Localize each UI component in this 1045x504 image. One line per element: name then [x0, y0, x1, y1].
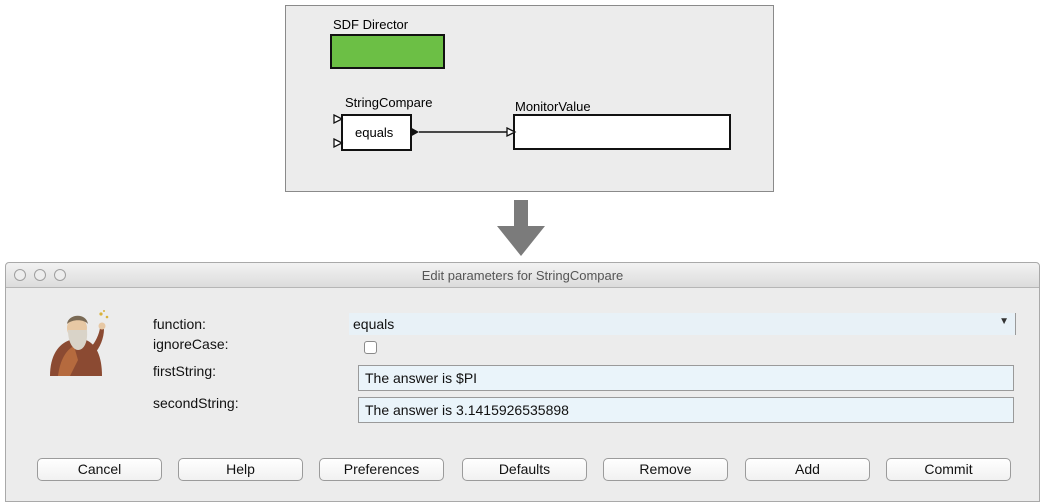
function-select-value: equals: [353, 316, 395, 332]
firststring-field[interactable]: The answer is $PI: [358, 365, 1014, 391]
dialog-titlebar[interactable]: Edit parameters for StringCompare: [6, 263, 1039, 288]
chevron-down-icon[interactable]: ▼: [999, 316, 1009, 327]
input-port-icon[interactable]: [506, 126, 517, 138]
cancel-button[interactable]: Cancel: [37, 458, 162, 481]
down-arrow-icon: [497, 200, 545, 256]
remove-button[interactable]: Remove: [603, 458, 728, 481]
firststring-label: firstString:: [153, 363, 217, 379]
input-port-icon[interactable]: [333, 113, 344, 125]
preferences-button[interactable]: Preferences: [319, 458, 444, 481]
dialog-title: Edit parameters for StringCompare: [421, 268, 624, 283]
function-label: function:: [153, 316, 206, 332]
help-button[interactable]: Help: [178, 458, 303, 481]
defaults-button[interactable]: Defaults: [462, 458, 587, 481]
ignorecase-label: ignoreCase:: [153, 336, 229, 352]
input-port-icon[interactable]: [333, 137, 344, 149]
ignorecase-checkbox[interactable]: [364, 341, 377, 354]
output-port-icon[interactable]: [410, 127, 419, 137]
diagram-wires: [333, 113, 517, 149]
add-button[interactable]: Add: [745, 458, 870, 481]
secondstring-field[interactable]: The answer is 3.1415926535898: [358, 397, 1014, 423]
diagram-canvas[interactable]: SDF Director StringCompare equals Monito…: [285, 5, 774, 192]
commit-button[interactable]: Commit: [886, 458, 1011, 481]
edit-parameters-dialog: Edit parameters for StringCompare functi…: [5, 262, 1040, 502]
function-select[interactable]: equals ▼: [349, 313, 1016, 335]
portrait-icon: [50, 310, 109, 376]
secondstring-label: secondString:: [153, 395, 239, 411]
